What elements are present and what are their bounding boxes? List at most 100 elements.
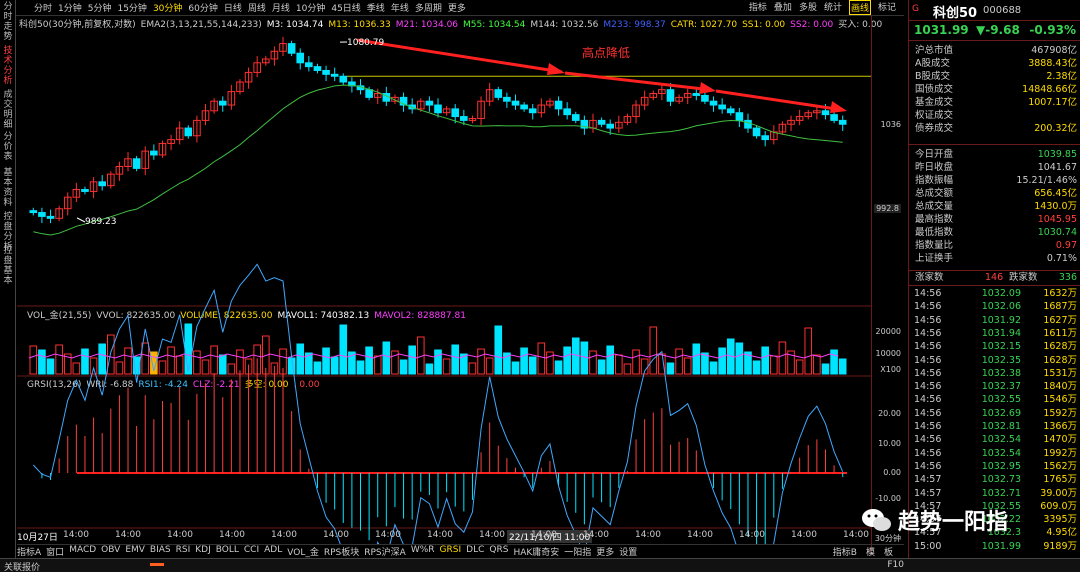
volume-bar — [537, 342, 546, 375]
indicator-tab-8[interactable]: BOLL — [216, 545, 239, 558]
indicator-tab-1[interactable]: 窗口 — [46, 545, 64, 558]
time-tick-11: 14:00 — [635, 530, 661, 540]
left-tab-bar: 分时走势 技术分析 成交明细 分价表 基本资料 控盘分析 控盘基本 — [0, 0, 16, 558]
volume-bar — [511, 361, 520, 375]
indicator-tab-15[interactable]: GRSI — [440, 545, 462, 558]
volume-bar — [365, 346, 373, 375]
quote-row-value: 1007.17亿 — [1028, 97, 1077, 108]
period-tab-11[interactable]: 季线 — [367, 1, 385, 14]
toolbar-right-item-4[interactable]: 画线 — [848, 0, 871, 15]
tick-time: 14:56 — [914, 341, 942, 353]
period-tab-5[interactable]: 60分钟 — [188, 1, 217, 14]
indicator-tab-17[interactable]: QRS — [489, 545, 508, 558]
indicator-tab-4[interactable]: EMV — [125, 545, 145, 558]
indicator-tab-0[interactable]: 指标A — [17, 545, 41, 558]
time-tick-8: 14:00 — [479, 530, 505, 540]
volume-bar — [201, 359, 210, 375]
quote-row-value: 14848.66亿 — [1022, 84, 1077, 95]
indicator-tab-13[interactable]: RPS沪深A — [364, 545, 406, 558]
quote-price: 1031.99 — [914, 23, 969, 37]
quote-row-label: 上证换手 — [915, 253, 954, 264]
up-count: 146 — [985, 272, 1004, 283]
indicator-tab-5[interactable]: BIAS — [150, 545, 171, 558]
quote-row-label: 基金成交 — [915, 97, 954, 108]
left-tab-2[interactable]: 成交明细 — [1, 90, 15, 130]
quote-row-12: 最高指数 1045.95 — [909, 213, 1080, 226]
price-chart-svg[interactable] — [17, 16, 871, 544]
tick-volume: 9189万 — [1043, 540, 1077, 552]
volume-bar — [124, 347, 132, 375]
tick-time: 14:56 — [914, 434, 942, 446]
indicator-tab-9[interactable]: CCI — [244, 545, 259, 558]
candle-body — [451, 108, 460, 118]
indicator-right-2[interactable]: 板 — [884, 545, 893, 558]
indicator-tab-19[interactable]: 一阳指 — [564, 545, 591, 558]
toolbar-right-item-0[interactable]: 指标 — [749, 0, 767, 15]
tick-price: 1032.06 — [981, 301, 1021, 313]
period-tab-7[interactable]: 周线 — [248, 1, 266, 14]
indicator-tab-11[interactable]: VOL_金 — [287, 545, 319, 558]
period-tab-12[interactable]: 年线 — [391, 1, 409, 14]
indicator-right-1[interactable]: 模 — [866, 545, 875, 558]
left-tab-0[interactable]: 分时走势 — [1, 2, 15, 42]
indicator-tab-2[interactable]: MACD — [69, 545, 96, 558]
period-tab-2[interactable]: 5分钟 — [88, 1, 112, 14]
quote-flag: G — [912, 4, 919, 14]
indicator-tab-3[interactable]: OBV — [101, 545, 120, 558]
toolbar-right-item-3[interactable]: 统计 — [824, 0, 842, 15]
tick-time: 14:57 — [914, 474, 942, 486]
chart-area[interactable]: 科创50(30分钟,前复权,对数) EMA2(3,13,21,55,144,233… — [17, 16, 882, 572]
volume-bar — [46, 358, 55, 375]
quote-row-10: 总成交额 656.45亿 — [909, 187, 1080, 200]
toolbar-right-item-1[interactable]: 叠加 — [774, 0, 792, 15]
up-label: 涨家数 — [915, 272, 944, 283]
quote-row-label: 总成交量 — [915, 201, 954, 212]
period-tab-1[interactable]: 1分钟 — [58, 1, 82, 14]
indicator-tab-20[interactable]: 更多 — [596, 545, 614, 558]
toolbar-right-item-2[interactable]: 多股 — [799, 0, 817, 15]
period-tab-14[interactable]: 更多 — [448, 1, 466, 14]
left-tab-6[interactable]: 控盘基本 — [1, 246, 15, 286]
period-tab-13[interactable]: 多周期 — [415, 1, 442, 14]
left-tab-3[interactable]: 分价表 — [1, 132, 15, 162]
wechat-icon — [862, 509, 891, 531]
period-tab-0[interactable]: 分时 — [34, 1, 52, 14]
left-tab-1[interactable]: 技术分析 — [1, 46, 15, 86]
candle-body — [322, 69, 330, 75]
indicator-tab-12[interactable]: RPS板块 — [324, 545, 359, 558]
indicator-tab-16[interactable]: DLC — [466, 545, 484, 558]
quote-row-15: 上证换手 0.71% — [909, 252, 1080, 265]
indicator-tab-7[interactable]: KDJ — [195, 545, 211, 558]
volume-bar — [81, 348, 89, 375]
tick-row: 14:56 1032.38 1531万 — [909, 368, 1080, 380]
period-tab-3[interactable]: 15分钟 — [117, 1, 146, 14]
status-f10[interactable]: F10 — [887, 560, 904, 570]
period-tab-10[interactable]: 45日线 — [331, 1, 360, 14]
arrow-head — [830, 101, 847, 113]
period-tab-4[interactable]: 30分钟 — [153, 1, 182, 14]
tick-volume: 1632万 — [1043, 288, 1077, 299]
tick-volume: 1366万 — [1043, 421, 1077, 432]
quote-row-label: 最高指数 — [915, 214, 954, 225]
indicator-right-0[interactable]: 指标B — [833, 545, 857, 558]
indicator-tab-6[interactable]: RSI — [176, 545, 191, 558]
toolbar-right-item-5[interactable]: 标记 — [878, 0, 896, 15]
period-tab-6[interactable]: 日线 — [224, 1, 242, 14]
quote-row-value: 1030.74 — [1037, 227, 1077, 238]
left-tab-4[interactable]: 基本资料 — [1, 168, 15, 208]
candle-body — [718, 104, 726, 110]
period-tab-8[interactable]: 月线 — [272, 1, 290, 14]
indicator-tab-18[interactable]: HAK庸奇安 — [513, 545, 559, 558]
indicator-tab-21[interactable]: 设置 — [619, 545, 637, 558]
indicator-tab-14[interactable]: W%R — [411, 545, 435, 558]
indicator-tab-10[interactable]: ADL — [264, 545, 282, 558]
toolbar-right: 指标 叠加 多股 统计 画线 标记 — [749, 0, 896, 15]
trend-arrow — [715, 89, 844, 112]
period-tab-9[interactable]: 10分钟 — [296, 1, 325, 14]
candle-body — [305, 62, 313, 68]
tick-volume: 1628万 — [1043, 354, 1077, 366]
volume-bar — [322, 347, 330, 375]
quote-pct: -0.93% — [1029, 23, 1076, 37]
tick-volume: 1628万 — [1043, 341, 1077, 353]
status-left[interactable]: 关联报价 — [4, 560, 40, 572]
